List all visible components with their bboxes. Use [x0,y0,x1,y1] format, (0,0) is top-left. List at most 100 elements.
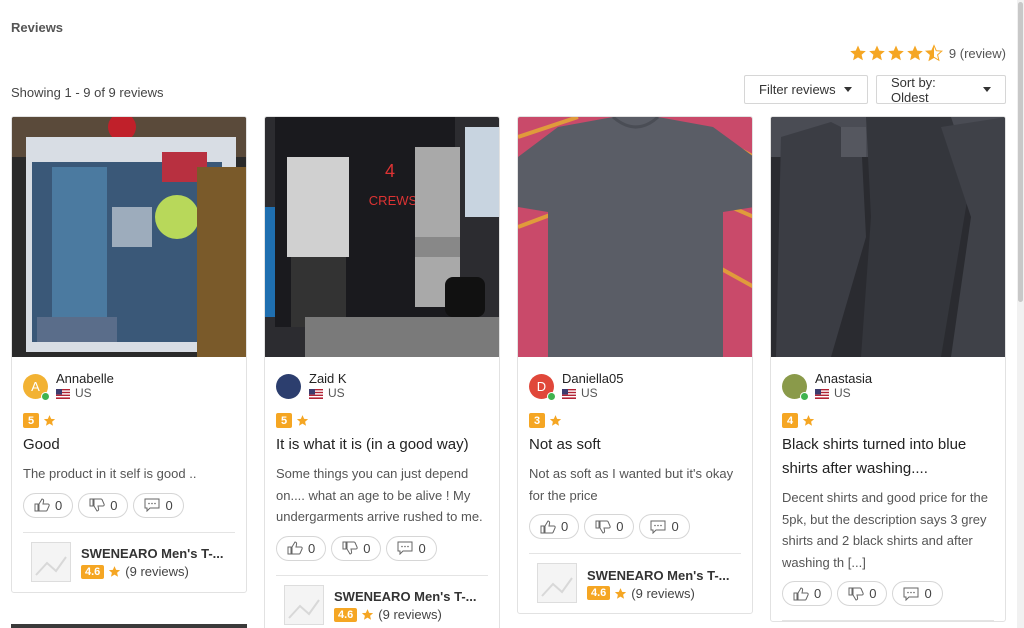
star-icon [615,587,627,599]
dislike-button[interactable]: 0 [837,581,888,606]
dislike-button[interactable]: 0 [331,535,382,561]
reviewer-country: US [75,386,92,400]
reviewer-country: US [581,386,598,400]
rating-badge: 5 [23,413,39,428]
product-thumbnail [537,563,577,603]
thumbs-down-icon [342,541,358,555]
comment-icon [650,520,666,534]
comment-icon [144,498,160,512]
comment-icon [903,587,919,601]
dislike-button[interactable]: 0 [584,514,635,539]
reviewer-country: US [328,386,345,400]
dislike-button[interactable]: 0 [78,492,129,518]
thumbs-down-icon [89,498,105,512]
product-thumbnail [284,584,324,625]
scrollbar[interactable] [1017,0,1024,628]
thumbs-up-icon [287,541,303,555]
rating-summary: 9 (review) [849,44,1006,62]
us-flag-icon [815,388,829,399]
star-icon [549,415,562,426]
filter-reviews-dropdown[interactable]: Filter reviews [744,75,868,104]
product-name: SWENEARO Men's T-... [587,567,730,583]
us-flag-icon [56,388,70,399]
verified-icon [41,391,50,401]
product-name: SWENEARO Men's T-... [81,546,224,561]
review-count[interactable]: 9 (review) [949,46,1006,61]
showing-count: Showing 1 - 9 of 9 reviews [11,85,164,100]
half-star-icon [924,44,943,62]
review-title: Black shirts turned into blue shirts aft… [782,436,967,477]
review-text: Decent shirts and good price for the 5pk… [782,490,988,570]
product-review-count: (9 reviews) [125,564,189,579]
product-name: SWENEARO Men's T-... [334,589,477,604]
reviewer-country: US [834,386,851,400]
star-icon [888,45,904,61]
product-rating: 4.6 [587,586,611,600]
us-flag-icon [309,388,323,399]
product-rating: 4.6 [81,564,105,579]
star-icon [109,566,121,577]
thumbs-up-icon [793,586,809,601]
sort-label: Sort by: Oldest [891,74,936,105]
next-card-photo [11,624,247,628]
avatar [782,373,809,401]
rating-badge: 4 [782,413,798,428]
like-button[interactable]: 0 [529,514,580,539]
review-photo[interactable] [771,117,1005,357]
svg-text:4: 4 [385,161,395,181]
reviewer-name: Annabelle [56,371,114,386]
star-icon [907,45,923,61]
like-button[interactable]: 0 [276,535,327,561]
review-card[interactable]: D Daniella05 US 3 Not as soft Not as sof… [517,116,753,614]
product-thumbnail [31,541,71,582]
product-link[interactable]: SWENEARO Men's T-... 4.6 (9 reviews) [23,533,235,592]
star-icon [850,45,866,61]
verified-icon [547,391,556,401]
avatar: D [529,373,556,401]
product-link[interactable]: SWENEARO Men's T-... 4.6 (9 reviews) [529,554,741,613]
us-flag-icon [562,388,576,399]
star-icon [43,415,56,426]
comment-button[interactable]: 0 [639,514,690,539]
avatar: A [23,373,50,401]
review-title: Good [23,436,60,453]
thumbs-down-icon [595,519,611,534]
star-icon [362,609,374,620]
comment-button[interactable]: 0 [133,492,184,518]
comment-button[interactable]: 0 [386,535,437,561]
reviewer-name: Zaid K [309,371,347,386]
product-link[interactable]: SWENEARO Men's T-... 4.6 (9 reviews) [276,576,488,628]
svg-text:CREWS: CREWS [369,193,418,208]
product-rating: 4.6 [334,607,358,622]
comment-icon [397,541,413,555]
review-photo[interactable] [518,117,752,357]
review-photo[interactable] [12,117,246,357]
sort-dropdown[interactable]: Sort by: Oldest [876,74,1006,105]
review-title: It is what it is (in a good way) [276,436,469,453]
avatar [276,373,301,399]
review-text: The product in it self is good .. [23,466,197,481]
thumbs-down-icon [848,586,864,601]
scrollbar-thumb[interactable] [1018,2,1023,302]
review-photo[interactable]: 4 CREWS [265,117,499,357]
review-text: Some things you can just depend on.... w… [276,466,483,524]
thumbs-up-icon [540,519,556,534]
review-title: Not as soft [529,436,601,453]
chevron-down-icon [983,87,991,92]
reviewer-name: Daniella05 [562,371,624,386]
like-button[interactable]: 0 [23,492,74,518]
star-icon [296,415,309,426]
star-icon [869,45,885,61]
like-button[interactable]: 0 [782,581,833,606]
review-card[interactable]: 4 CREWS Zaid K US 5 It is what it is (in… [264,116,500,628]
review-card[interactable]: Anastasia US 4 Black shirts turned into … [770,116,1006,622]
rating-badge: 3 [529,413,545,428]
comment-button[interactable]: 0 [892,581,943,606]
reviews-title: Reviews [11,20,64,35]
summary-stars [849,44,943,62]
thumbs-up-icon [34,498,50,512]
verified-icon [800,391,809,401]
rating-badge: 5 [276,413,292,428]
reviewer-name: Anastasia [815,371,873,386]
review-card[interactable]: A Annabelle US 5 Good The product in it … [11,116,247,593]
